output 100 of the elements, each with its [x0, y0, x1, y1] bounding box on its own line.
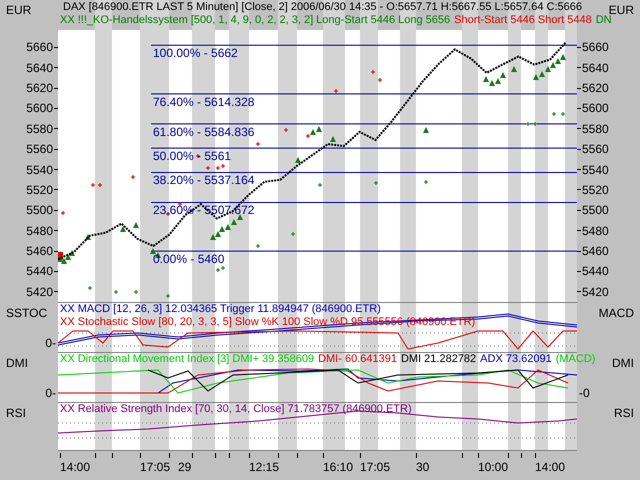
time-axis-label: 29	[178, 460, 192, 474]
tick-mark	[577, 169, 581, 170]
indicator-legend: ADX 73.62091	[480, 353, 552, 366]
axis-unit: EUR	[608, 3, 634, 17]
tick-mark	[521, 453, 522, 458]
price-axis-label: 5480	[26, 224, 53, 238]
tick-mark	[54, 46, 58, 48]
tick-mark	[577, 128, 581, 130]
panel-label: RSI	[614, 406, 634, 420]
chart-title: DAX [846900.ETR LAST 5 Minuten] [Close, 2] 2006/06/30 14:35 - O:5657.71 H:5667.55 L:5657.64 C:5666	[63, 1, 582, 14]
price-axis-label: 5540	[26, 162, 53, 177]
tick-mark	[577, 67, 581, 68]
price-axis-label: 5520	[26, 182, 53, 197]
panel-label: DMI	[6, 356, 28, 370]
tick-mark	[577, 108, 581, 109]
tick-mark	[323, 453, 324, 458]
indicator-legend: XX Directional Movement Index [3] DMI+ 39.358609	[60, 353, 314, 366]
tick-mark	[192, 453, 193, 458]
tick-mark	[54, 169, 58, 170]
time-axis-label: 14:00	[535, 460, 566, 474]
price-axis-label: 5480	[582, 224, 609, 238]
price-axis-label: 5560	[26, 142, 53, 156]
tick-mark	[577, 250, 581, 252]
retracement-label: 76.40% - 5614.328	[153, 94, 254, 109]
panel-label: MACD	[598, 306, 634, 320]
price-axis-label: 5500	[26, 203, 53, 218]
indicator-legend: XX Relative Strength Index [70, 30, 14, Close] 71.783757 (846900.ETR)	[60, 403, 412, 416]
price-axis-label: 5620	[26, 81, 53, 96]
time-axis-label: 14:00	[60, 460, 90, 474]
panel-label: SSTOC	[6, 306, 48, 320]
tick-mark	[416, 453, 417, 458]
retracement-label: 38.20% - 5537.164	[153, 173, 254, 188]
price-axis-label: 5660	[26, 40, 53, 54]
tick-mark	[54, 128, 58, 130]
tick-mark	[360, 453, 361, 458]
price-axis-label: 5420	[26, 284, 53, 299]
tick-mark	[54, 210, 58, 211]
tick-mark	[577, 270, 581, 272]
zero-label: 0-	[45, 386, 56, 400]
time-axis-label: 16:10	[323, 460, 354, 474]
retracement-label: 100.00% - 5662	[153, 46, 238, 60]
indicator-legend: (MACD)	[556, 353, 596, 366]
price-axis-label: 5580	[26, 122, 53, 136]
tick-mark	[577, 291, 581, 292]
price-axis-label: 5620	[582, 81, 609, 96]
tick-mark	[95, 453, 96, 458]
tick-mark	[54, 291, 58, 292]
price-axis-label: 5560	[582, 142, 609, 156]
retracement-label: 0.00% - 5460	[153, 252, 224, 266]
tick-mark	[297, 453, 298, 458]
tick-mark	[54, 189, 58, 190]
time-axis-label: 17:05	[140, 460, 170, 474]
price-axis-label: 5600	[26, 101, 53, 116]
tick-mark	[54, 250, 58, 252]
tick-mark	[169, 453, 170, 458]
tick-mark	[60, 453, 61, 458]
price-axis-label: 5580	[582, 122, 609, 136]
tick-mark	[54, 148, 58, 150]
tick-mark	[54, 230, 58, 232]
tick-mark	[215, 453, 216, 458]
price-axis-label: 5460	[582, 244, 609, 258]
price-axis-label: 5460	[26, 244, 53, 258]
price-axis-label: 5660	[582, 40, 609, 54]
time-axis-label: 17:05	[360, 460, 390, 474]
zero-label: 0-	[45, 336, 56, 350]
tick-mark	[577, 210, 581, 211]
price-axis-label: 5440	[582, 264, 609, 278]
tick-mark	[508, 453, 509, 458]
tick-mark	[54, 88, 58, 89]
price-axis-label: 5440	[26, 264, 53, 278]
tick-mark	[54, 108, 58, 109]
tick-mark	[112, 453, 113, 458]
indicator-legend: DMI 21.282782	[400, 353, 476, 366]
tick-mark	[577, 230, 581, 232]
tick-mark	[577, 189, 581, 190]
system-legend: Short-Start 5446 Short 5448	[454, 14, 592, 27]
axis-unit: EUR	[6, 3, 32, 17]
tick-mark	[478, 453, 479, 458]
time-axis-label: 10:00	[478, 460, 508, 474]
panel-label: RSI	[6, 406, 26, 420]
price-axis-label: 5600	[582, 101, 609, 116]
system-legend: DN	[596, 14, 612, 27]
price-axis-label: 5640	[582, 60, 609, 75]
tick-mark	[278, 453, 279, 458]
time-axis-label: 30	[416, 460, 430, 474]
zero-label: -0	[579, 386, 590, 400]
price-axis-label: 5500	[582, 203, 609, 218]
tick-mark	[229, 453, 230, 458]
tick-mark	[577, 148, 581, 150]
retracement-label: 50.00% - 5561	[153, 149, 232, 164]
price-axis-label: 5520	[582, 182, 609, 197]
panel-label: DMI	[612, 356, 634, 370]
tick-mark	[577, 88, 581, 89]
tick-mark	[577, 46, 581, 48]
indicator-legend: XX MACD [12, 26, 3] 12.034365 Trigger 11.894947 (846900.ETR)	[60, 303, 381, 316]
time-axis-label: 12:15	[249, 460, 280, 474]
price-axis-label: 5640	[26, 60, 53, 75]
tick-mark	[54, 270, 58, 272]
retracement-label: 61.80% - 5584.836	[153, 124, 254, 139]
tick-mark	[535, 453, 536, 458]
